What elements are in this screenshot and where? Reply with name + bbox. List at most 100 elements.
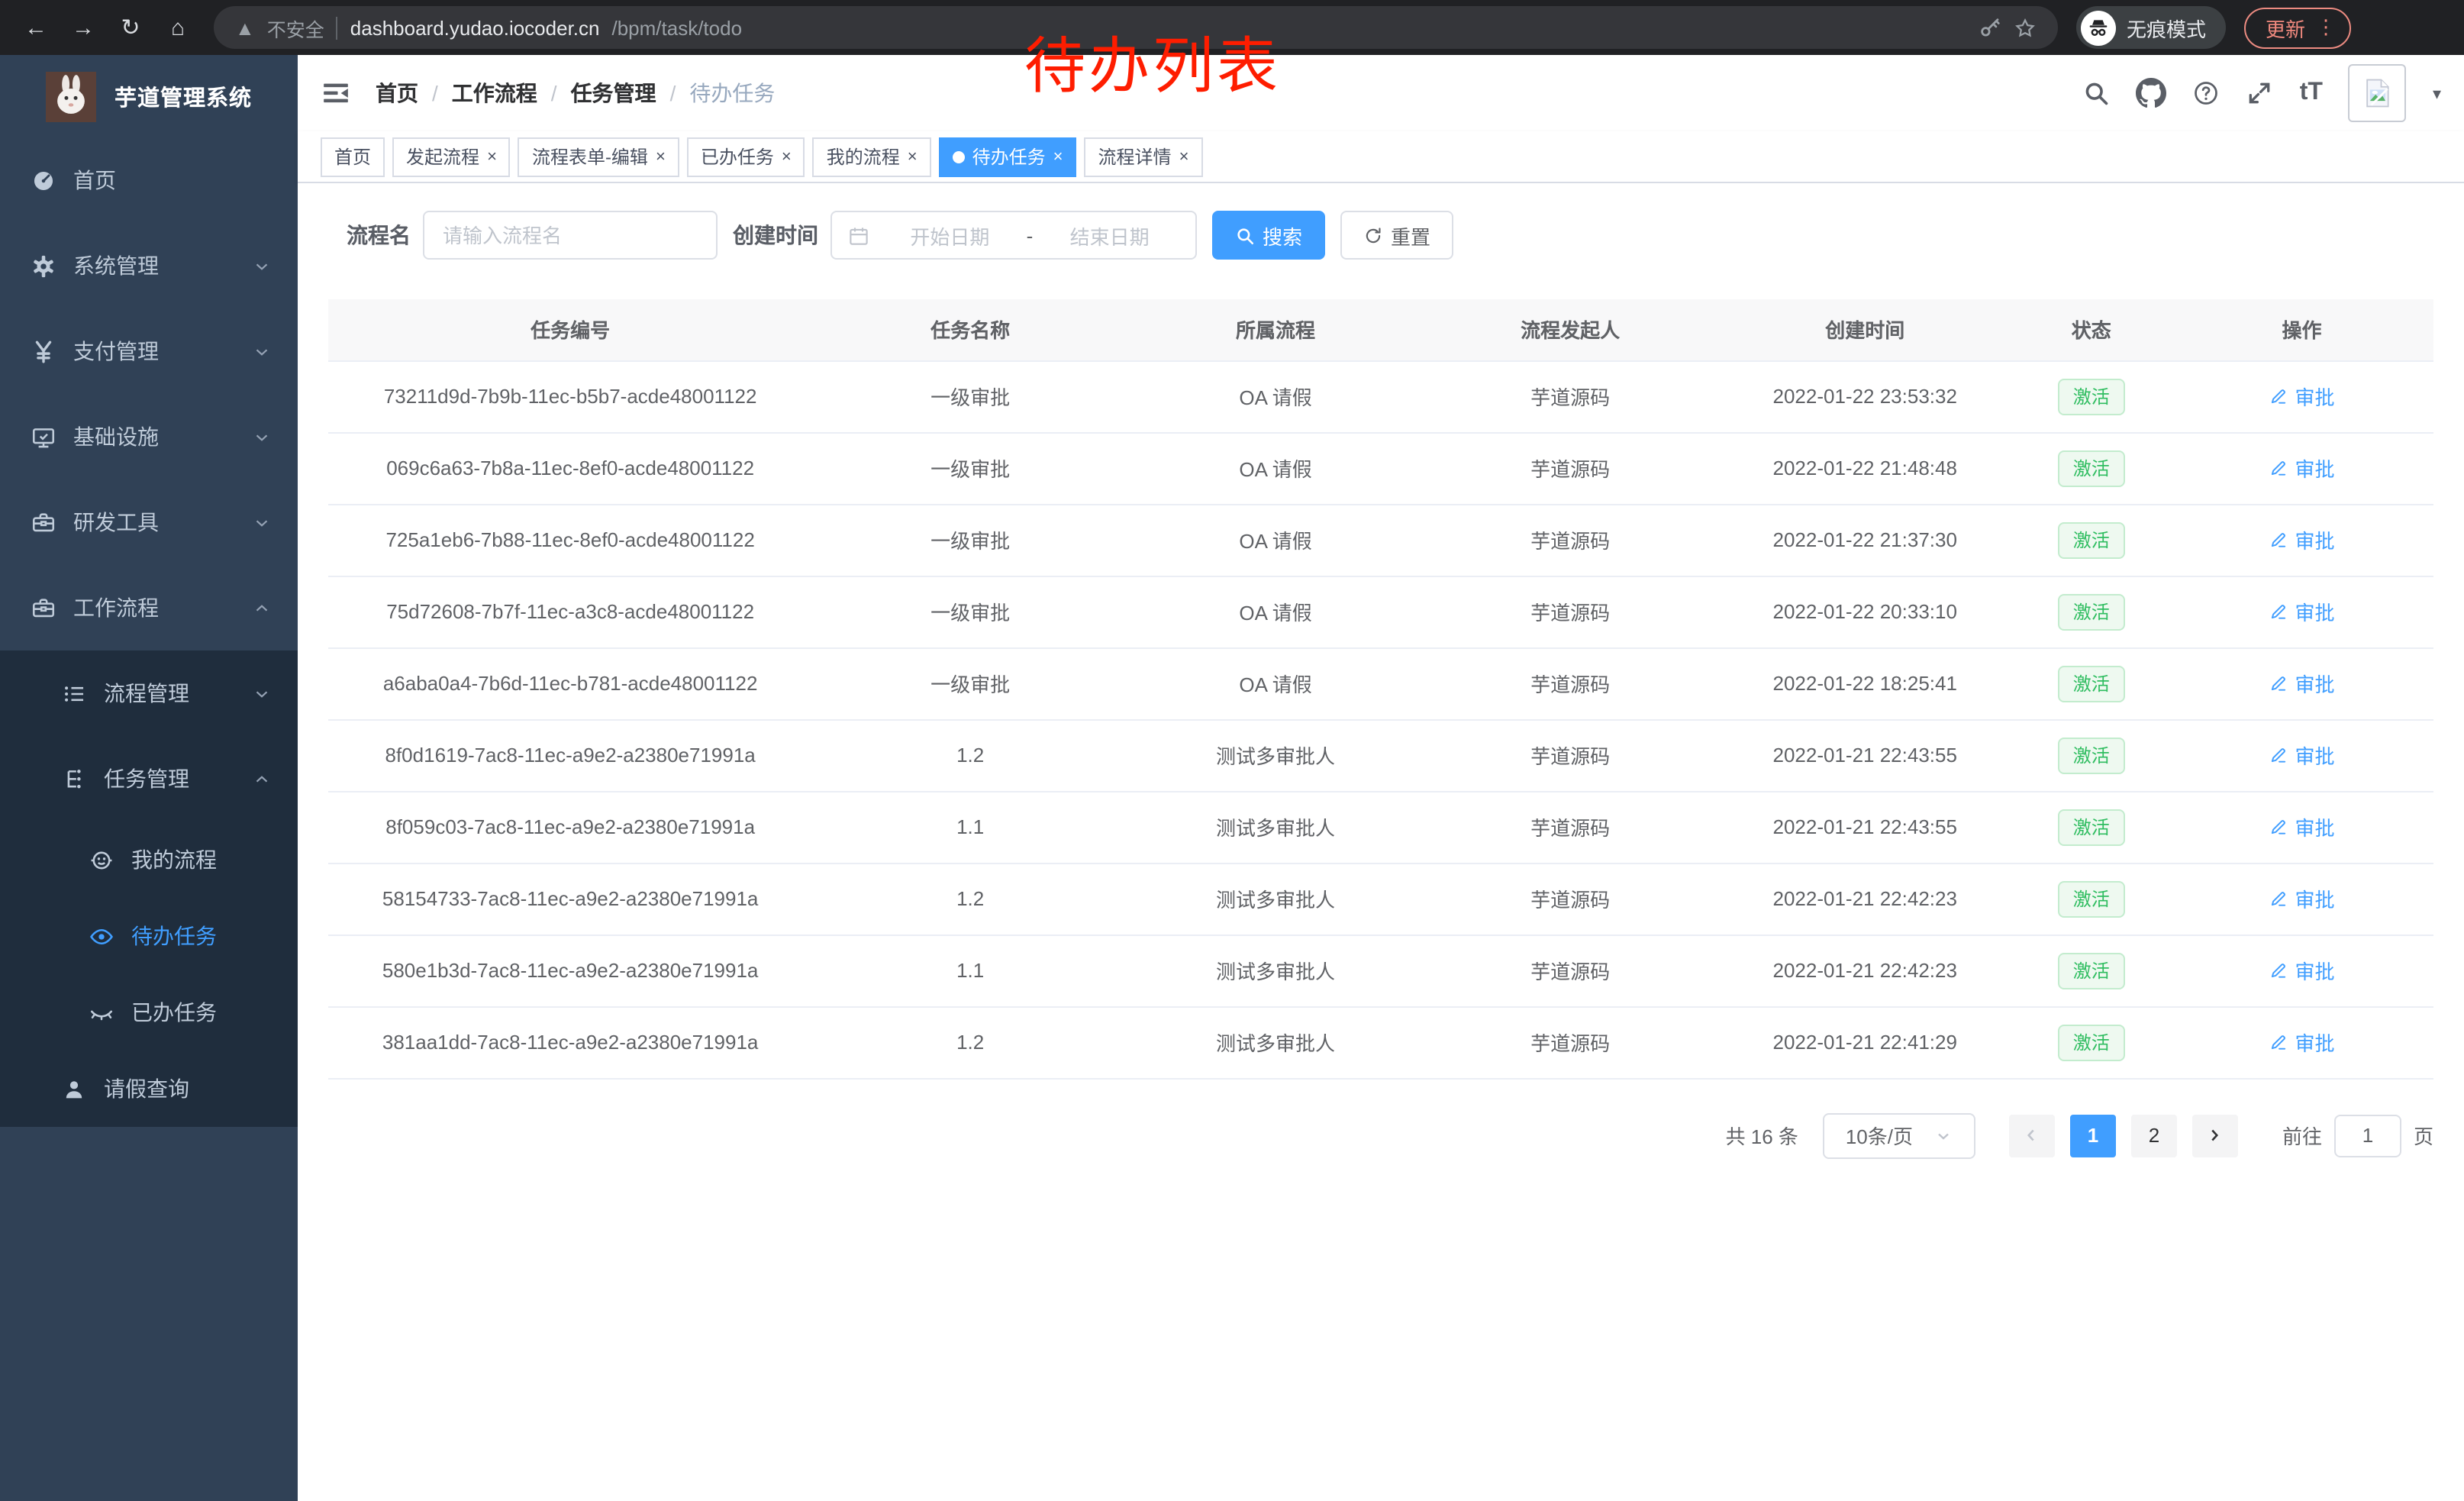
tab-todo-tasks[interactable]: 待办任务× [939,137,1077,176]
edit-icon [2269,673,2289,693]
approve-link[interactable]: 审批 [2269,956,2335,985]
cell-process: OA 请假 [1128,576,1423,647]
fullscreen-icon[interactable] [2246,79,2274,107]
approve-link[interactable]: 审批 [2269,525,2335,554]
search-button[interactable]: 搜索 [1212,211,1325,260]
date-range-picker[interactable]: 开始日期 - 结束日期 [830,211,1197,260]
help-question-icon[interactable] [2193,79,2221,107]
search-icon[interactable] [2083,79,2111,107]
browser-update-button[interactable]: 更新 ⋮ [2244,7,2351,48]
sidebar-item-done-tasks[interactable]: 已办任务 [0,974,298,1051]
cell-status: 激活 [2012,360,2170,432]
password-key-icon[interactable] [1979,16,2001,39]
approve-link[interactable]: 审批 [2269,382,2335,411]
close-icon[interactable]: × [908,147,918,166]
breadcrumb-item[interactable]: 首页 [376,78,418,108]
browser-forward-icon[interactable]: → [63,7,104,48]
cell-time: 2022-01-21 22:43:55 [1717,791,2012,863]
sidebar-item-label: 请假查询 [104,1073,189,1104]
close-icon[interactable]: × [782,147,792,166]
table-row: 069c6a63-7b8a-11ec-8ef0-acde48001122一级审批… [328,432,2433,504]
end-date-placeholder[interactable]: 结束日期 [1039,221,1180,250]
sidebar-logo[interactable]: 芋道管理系统 [0,55,298,137]
approve-link[interactable]: 审批 [2269,454,2335,483]
approve-link[interactable]: 审批 [2269,669,2335,698]
pagination: 共 16 条 10条/页 12 前往 页 [328,1112,2433,1158]
page-button-1[interactable]: 1 [2070,1114,2116,1157]
tab-label: 我的流程 [827,144,900,169]
avatar[interactable] [2349,64,2407,122]
table-row: 580e1b3d-7ac8-11ec-a9e2-a2380e71991a1.1测… [328,934,2433,1006]
gear-icon [31,253,56,279]
cell-name: 一级审批 [812,360,1128,432]
cell-id: 73211d9d-7b9b-11ec-b5b7-acde48001122 [328,360,812,432]
close-icon[interactable]: × [1179,147,1189,166]
reset-button[interactable]: 重置 [1340,211,1453,260]
browser-back-icon[interactable]: ← [15,7,56,48]
sidebar-item-home[interactable]: 首页 [0,137,298,223]
sidebar-item-system-management[interactable]: 系统管理 [0,223,298,308]
sidebar-item-dev-tools[interactable]: 研发工具 [0,479,298,565]
goto-page-input[interactable] [2334,1114,2401,1157]
tab-process-form-edit[interactable]: 流程表单-编辑× [518,137,679,176]
sidebar-item-payment-management[interactable]: 支付管理 [0,308,298,394]
chevron-down-icon [252,256,272,276]
browser-reload-icon[interactable]: ↻ [110,7,151,48]
breadcrumb-item[interactable]: 任务管理 [571,78,656,108]
cell-status: 激活 [2012,576,2170,647]
page-button-2[interactable]: 2 [2131,1114,2177,1157]
approve-link[interactable]: 审批 [2269,812,2335,841]
page-size-select[interactable]: 10条/页 [1823,1112,1975,1158]
breadcrumb-item[interactable]: 工作流程 [452,78,537,108]
tab-my-process[interactable]: 我的流程 × [813,137,931,176]
prev-page-button[interactable] [2009,1114,2055,1157]
sidebar-item-todo-tasks[interactable]: 待办任务 [0,898,298,974]
close-icon[interactable]: × [1053,147,1063,166]
org-tree-icon [61,766,87,792]
status-badge: 激活 [2058,593,2125,630]
sidebar-item-my-process[interactable]: 我的流程 [0,822,298,898]
refresh-icon [1363,225,1383,245]
not-secure-label: 不安全 [267,13,324,42]
url-host: dashboard.yudao.iocoder.cn [350,16,600,39]
approve-link[interactable]: 审批 [2269,597,2335,626]
page-unit-label: 页 [2414,1121,2433,1150]
approve-link[interactable]: 审批 [2269,741,2335,770]
cell-process: OA 请假 [1128,432,1423,504]
cell-name: 1.2 [812,1006,1128,1078]
approve-link[interactable]: 审批 [2269,884,2335,913]
cell-name: 1.2 [812,863,1128,934]
sidebar-item-process-management[interactable]: 流程管理 [0,650,298,736]
tab-process-detail[interactable]: 流程详情× [1085,137,1203,176]
sidebar-item-leave-query[interactable]: 请假查询 [0,1051,298,1127]
approve-link[interactable]: 审批 [2269,1028,2335,1057]
font-size-icon[interactable]: tT [2300,79,2323,107]
cell-status: 激活 [2012,934,2170,1006]
hamburger-icon[interactable] [321,78,351,108]
next-page-button[interactable] [2192,1114,2238,1157]
edit-icon [2269,1032,2289,1052]
sidebar-item-workflow[interactable]: 工作流程 [0,565,298,650]
process-name-input[interactable] [423,211,718,260]
chevron-down-icon [252,341,272,361]
avatar-caret-down-icon[interactable]: ▾ [2433,83,2441,103]
sidebar-item-task-management[interactable]: 任务管理 [0,736,298,822]
cell-process: OA 请假 [1128,360,1423,432]
goto-label: 前往 [2282,1121,2322,1150]
cell-process: 测试多审批人 [1128,934,1423,1006]
cell-id: 58154733-7ac8-11ec-a9e2-a2380e71991a [328,863,812,934]
bookmark-star-icon[interactable] [2014,16,2037,39]
edit-icon [2269,889,2289,909]
tab-home[interactable]: 首页 [321,137,385,176]
close-icon[interactable]: × [487,147,497,166]
breadcrumb-separator: / [432,81,438,105]
browser-home-icon[interactable]: ⌂ [157,7,198,48]
browser-menu-icon[interactable]: ⋮ [2316,15,2336,40]
sidebar-item-infrastructure[interactable]: 基础设施 [0,394,298,479]
start-date-placeholder[interactable]: 开始日期 [879,221,1021,250]
close-icon[interactable]: × [656,147,666,166]
cell-starter: 芋道源码 [1423,863,1717,934]
github-icon[interactable] [2137,78,2167,108]
tab-done-tasks[interactable]: 已办任务× [687,137,805,176]
tab-start-process[interactable]: 发起流程× [392,137,511,176]
